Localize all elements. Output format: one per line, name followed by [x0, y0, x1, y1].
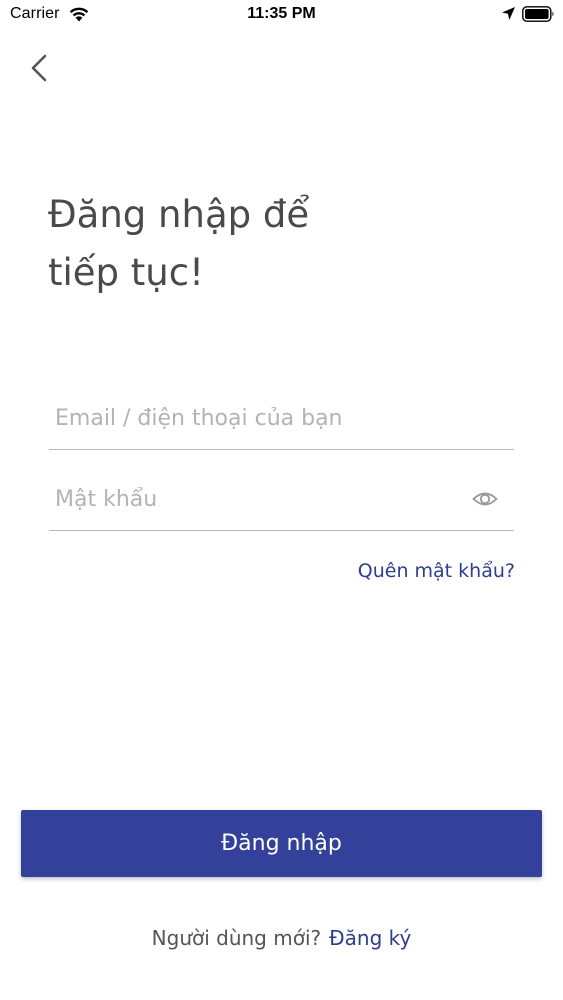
clock: 11:35 PM	[247, 5, 316, 22]
login-button[interactable]: Đăng nhập	[21, 810, 542, 877]
signup-prompt: Người dùng mới?	[151, 926, 322, 950]
signup-link[interactable]: Đăng ký	[329, 926, 411, 950]
password-field[interactable]	[49, 470, 514, 531]
email-input[interactable]	[55, 389, 465, 447]
email-field[interactable]	[49, 389, 514, 450]
password-input[interactable]	[55, 470, 465, 528]
chevron-left-icon	[31, 54, 47, 82]
back-button[interactable]	[22, 50, 56, 86]
login-screen: Carrier 11:35 PM Đăng nhập để tiếp tục!	[0, 0, 563, 1000]
eye-icon[interactable]	[472, 488, 498, 510]
status-bar: Carrier 11:35 PM	[0, 0, 563, 30]
signup-row: Người dùng mới? Đăng ký	[0, 926, 563, 950]
page-title: Đăng nhập để tiếp tục!	[48, 193, 310, 294]
battery-icon	[522, 6, 554, 22]
forgot-password-link[interactable]: Quên mật khẩu?	[358, 560, 515, 582]
location-arrow-icon	[502, 7, 515, 20]
